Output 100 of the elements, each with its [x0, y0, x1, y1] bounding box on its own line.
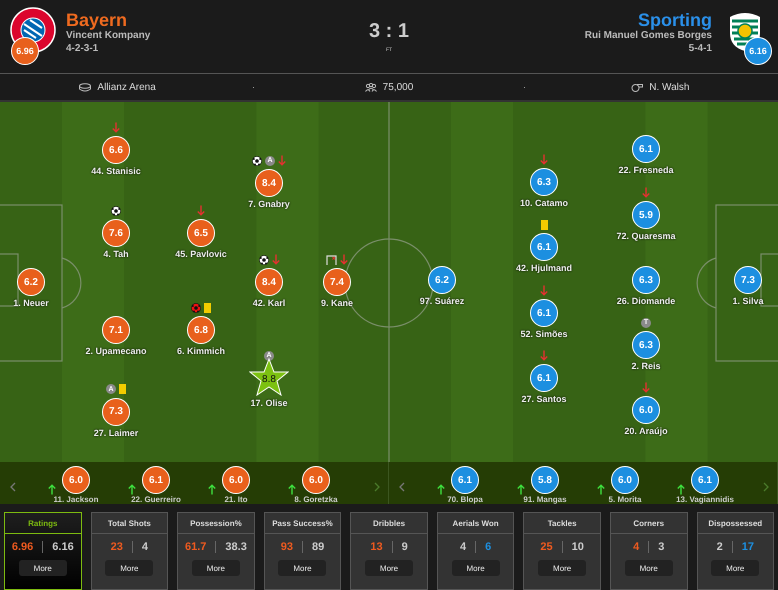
home-value: 25: [540, 541, 553, 553]
venue-name: Allianz Arena: [97, 82, 156, 92]
chevron-right-icon[interactable]: [763, 482, 769, 492]
player-rating[interactable]: 6.1: [691, 466, 719, 494]
down-arrow-icon: [112, 122, 120, 133]
away-value: 38.3: [225, 541, 247, 553]
ball-icon: [258, 254, 268, 264]
stat-card[interactable]: Dispossessed 2 17 More: [696, 512, 774, 590]
home-value: 6.96: [12, 541, 34, 553]
up-arrow-icon: [677, 484, 685, 495]
stat-title: Ratings: [5, 513, 81, 534]
more-button[interactable]: More: [452, 560, 500, 576]
down-arrow-icon: [540, 285, 548, 296]
more-button[interactable]: More: [18, 560, 67, 576]
stat-card[interactable]: Pass Success% 93 89 More: [264, 512, 342, 590]
team-rating: 6.96: [11, 36, 39, 64]
team-name[interactable]: Bayern: [66, 10, 128, 30]
more-button[interactable]: More: [624, 560, 673, 576]
stat-title: Pass Success%: [264, 513, 340, 534]
player-name: 8. Goretzka: [294, 495, 338, 504]
star-icon: [249, 358, 289, 396]
home-value: 93: [280, 541, 293, 553]
player-name: 97. Suárez: [420, 296, 464, 306]
away-value: 3: [658, 541, 664, 553]
stat-card[interactable]: Ratings 6.96 6.16 More: [4, 512, 82, 590]
player-name: 21. Ito: [224, 495, 248, 504]
stat-card[interactable]: Tackles 25 10 More: [523, 512, 601, 590]
player-rating[interactable]: 6.0: [62, 466, 90, 494]
player-name: 17. Olise: [250, 398, 288, 408]
down-arrow-icon: [197, 205, 205, 216]
home-value: 23: [110, 541, 123, 553]
manager-name: Rui Manuel Gomes Borges: [584, 30, 712, 42]
player-rating[interactable]: 6.0: [611, 466, 639, 494]
formation: 5-4-1: [688, 42, 712, 56]
down-arrow-icon: [272, 254, 280, 265]
crowd-icon: [364, 82, 377, 92]
stat-card[interactable]: Corners 4 3 More: [610, 512, 688, 590]
up-arrow-icon: [48, 484, 56, 495]
player-name: 22. Fresneda: [618, 165, 674, 175]
whistle-icon: [631, 82, 644, 92]
more-button[interactable]: More: [105, 560, 154, 576]
attendance: 75,000: [382, 82, 414, 92]
away-value: 17: [742, 541, 754, 553]
stat-card[interactable]: Possession% 61.7 38.3 More: [177, 512, 255, 590]
away-value: 6: [485, 541, 492, 553]
chevron-left-icon[interactable]: [10, 482, 16, 492]
home-value: 4: [633, 541, 640, 553]
more-button[interactable]: More: [192, 560, 240, 576]
player-name: 22. Guerreiro: [131, 495, 181, 504]
player-rating[interactable]: 6.1: [142, 466, 170, 494]
stat-card[interactable]: Total Shots 23 4 More: [90, 512, 168, 590]
home-value: 13: [370, 541, 383, 553]
stat-title: Possession%: [178, 513, 254, 534]
stat-card[interactable]: Dribbles 13 9 More: [350, 512, 428, 590]
player-rating: 8.8: [262, 374, 276, 384]
stat-title: Dribbles: [351, 513, 427, 534]
stat-title: Tackles: [524, 513, 600, 534]
down-arrow-icon: [642, 382, 650, 393]
home-value: 2: [716, 541, 723, 553]
up-arrow-icon: [128, 484, 136, 495]
up-arrow-icon: [208, 484, 216, 495]
ball-icon: [111, 206, 121, 216]
player-rating[interactable]: 6.0: [302, 466, 330, 494]
player-name: 5. Morita: [608, 495, 642, 504]
up-arrow-icon: [517, 484, 525, 495]
more-button[interactable]: More: [711, 560, 760, 576]
player-name: 13. Vagiannidis: [676, 495, 734, 504]
player-name: 44. Stanisic: [91, 166, 141, 176]
home-value: 4: [460, 541, 466, 553]
stat-title: Corners: [610, 513, 686, 534]
more-button[interactable]: More: [278, 560, 326, 576]
player-name: 72. Quaresma: [616, 231, 676, 241]
more-button[interactable]: More: [538, 560, 586, 576]
player-name: 9. Kane: [320, 298, 353, 308]
player-rating[interactable]: 6.0: [222, 466, 250, 494]
player-name: 6. Kimmich: [176, 346, 225, 356]
up-arrow-icon: [437, 484, 445, 495]
more-button[interactable]: More: [365, 560, 414, 576]
player-name: 45. Pavlovic: [175, 249, 227, 259]
player-rating[interactable]: 5.8: [531, 466, 559, 494]
away-value: 10: [572, 541, 584, 553]
stat-card[interactable]: Aerials Won 4 6 More: [436, 512, 514, 590]
player-name: 10. Catamo: [520, 198, 568, 208]
chevron-right-icon[interactable]: [374, 482, 380, 492]
player-name: 2. Reis: [631, 361, 661, 371]
player-name: 4. Tah: [103, 249, 129, 259]
booking-card-icon: [204, 302, 211, 312]
ball-icon: [191, 302, 201, 312]
team-name[interactable]: Sporting: [638, 10, 712, 30]
chevron-left-icon[interactable]: [399, 482, 405, 492]
away-value: 89: [312, 541, 324, 553]
player-rating[interactable]: 6.1: [451, 466, 479, 494]
match-score: 3 : 1: [368, 20, 410, 43]
player-name: 1. Neuer: [13, 298, 49, 308]
stat-title: Aerials Won: [438, 513, 514, 534]
down-arrow-icon: [340, 254, 348, 265]
stat-title: Total Shots: [92, 513, 168, 534]
away-value: 9: [402, 541, 408, 553]
team-rating: 6.16: [744, 36, 772, 64]
down-arrow-icon: [540, 350, 548, 361]
